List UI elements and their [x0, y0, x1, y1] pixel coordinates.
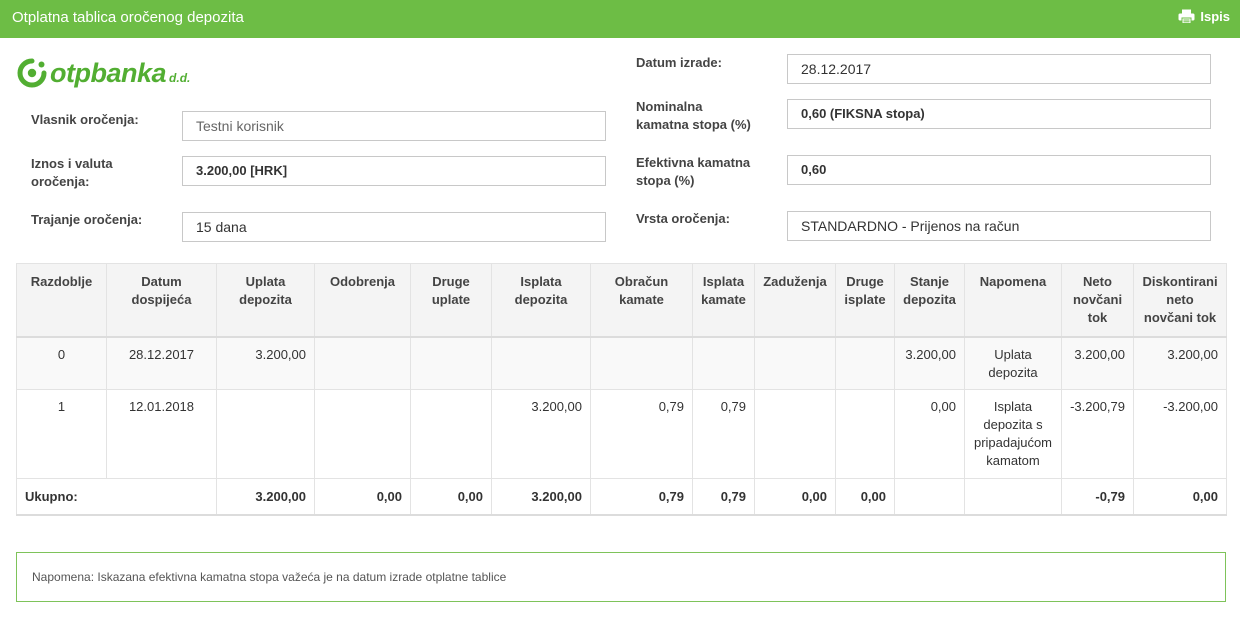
table-cell: 3.200,00: [1133, 336, 1227, 390]
page-title: Otplatna tablica oročenog depozita: [12, 9, 244, 26]
column-header: Napomena: [964, 263, 1062, 338]
total-cell: -0,79: [1061, 478, 1134, 516]
table-cell: 3.200,00: [491, 389, 591, 479]
repayment-table: Razdoblje Datum dospijeća Uplata depozita Odo…: [16, 263, 1227, 516]
nominal-rate-label: Nominalna kamatna stopa (%): [636, 99, 751, 132]
duration-label: Trajanje oročenja:: [31, 212, 143, 227]
table-cell: [692, 336, 755, 390]
owner-field: Testni korisnik: [182, 111, 606, 141]
table-cell: 3.200,00: [216, 336, 315, 390]
column-header: Zaduženja: [754, 263, 836, 338]
effective-rate-label: Efektivna kamatna stopa (%): [636, 155, 751, 188]
table-cell: 0,79: [590, 389, 693, 479]
owner-label: Vlasnik oročenja:: [31, 112, 139, 127]
table-header-row: Razdoblje Datum dospijeća Uplata depozita Odo…: [16, 263, 1227, 338]
column-header: Isplata kamate: [692, 263, 755, 338]
effective-rate-field: 0,60: [787, 155, 1211, 185]
table-row: 0 28.12.2017 3.200,00 3.200,00 Uplata depozit…: [16, 336, 1227, 390]
total-cell: 0,00: [835, 478, 895, 516]
column-header: Stanje depozita: [894, 263, 965, 338]
table-row: 1 12.01.2018 3.200,00 0,79 0,79 0,00 Isplata de…: [16, 389, 1227, 479]
table-cell: [216, 389, 315, 479]
column-header: Neto novčani tok: [1061, 263, 1134, 338]
table-cell: 0,79: [692, 389, 755, 479]
total-cell: [894, 478, 965, 516]
table-cell: -3.200,00: [1133, 389, 1227, 479]
footnote-text: Napomena: Iskazana efektivna kamatna sto…: [32, 570, 507, 584]
table-cell: [754, 389, 836, 479]
total-cell: 0,00: [1133, 478, 1227, 516]
table-cell: [835, 389, 895, 479]
nominal-rate-field: 0,60 (FIKSNA stopa): [787, 99, 1211, 129]
table-cell: [754, 336, 836, 390]
duration-field: 15 dana: [182, 212, 606, 242]
total-cell: 0,00: [754, 478, 836, 516]
footnote-box: Napomena: Iskazana efektivna kamatna sto…: [16, 552, 1226, 602]
total-cell: [964, 478, 1062, 516]
total-cell: 0,79: [590, 478, 693, 516]
logo-suffix: d.d.: [169, 71, 191, 85]
column-header: Obračun kamate: [590, 263, 693, 338]
table-cell: Uplata depozita: [964, 336, 1062, 390]
table-cell: 0,00: [894, 389, 965, 479]
table-cell: [314, 336, 411, 390]
table-header: Razdoblje Datum dospijeća Uplata depozita Odo…: [16, 263, 1227, 338]
table-cell: 12.01.2018: [106, 389, 217, 479]
column-header: Diskontirani neto novčani tok: [1133, 263, 1227, 338]
amount-label: Iznos i valuta oročenja:: [31, 156, 113, 189]
table-cell: 1: [16, 389, 107, 479]
table-cell: [835, 336, 895, 390]
date-field: 28.12.2017: [787, 54, 1211, 84]
table-cell: 3.200,00: [1061, 336, 1134, 390]
print-button[interactable]: Ispis: [1178, 9, 1230, 24]
total-label: Ukupno:: [16, 478, 217, 516]
column-header: Odobrenja: [314, 263, 411, 338]
table-cell: 0: [16, 336, 107, 390]
deposit-type-label: Vrsta oročenja:: [636, 211, 730, 226]
table-body: 0 28.12.2017 3.200,00 3.200,00 Uplata depozit…: [16, 336, 1227, 516]
table-cell: 28.12.2017: [106, 336, 217, 390]
table-cell: [590, 336, 693, 390]
total-row: Ukupno: 3.200,00 0,00 0,00 3.200,00 0,79 0,79 0…: [16, 478, 1227, 516]
total-cell: 3.200,00: [216, 478, 315, 516]
column-header: Uplata depozita: [216, 263, 315, 338]
deposit-type-field: STANDARDNO - Prijenos na račun: [787, 211, 1211, 241]
otp-banka-logo: otpbanka d.d.: [17, 58, 190, 88]
table-cell: [314, 389, 411, 479]
date-label: Datum izrade:: [636, 55, 722, 70]
otp-logo-mark-icon: [17, 58, 47, 88]
printer-icon: [1178, 9, 1195, 24]
table-cell: [410, 336, 492, 390]
table-cell: 3.200,00: [894, 336, 965, 390]
total-cell: 3.200,00: [491, 478, 591, 516]
title-bar: Otplatna tablica oročenog depozita Ispis: [0, 0, 1240, 38]
table-cell: [410, 389, 492, 479]
column-header: Razdoblje: [16, 263, 107, 338]
table-cell: [491, 336, 591, 390]
column-header: Isplata depozita: [491, 263, 591, 338]
column-header: Druge uplate: [410, 263, 492, 338]
table-cell: Isplata depozita s pripadajućom kamatom: [964, 389, 1062, 479]
total-cell: 0,00: [314, 478, 411, 516]
total-cell: 0,00: [410, 478, 492, 516]
table-cell: -3.200,79: [1061, 389, 1134, 479]
total-cell: 0,79: [692, 478, 755, 516]
column-header: Druge isplate: [835, 263, 895, 338]
column-header: Datum dospijeća: [106, 263, 217, 338]
amount-field: 3.200,00 [HRK]: [182, 156, 606, 186]
logo-wordmark: otpbanka: [50, 58, 167, 88]
print-button-label: Ispis: [1200, 9, 1230, 24]
